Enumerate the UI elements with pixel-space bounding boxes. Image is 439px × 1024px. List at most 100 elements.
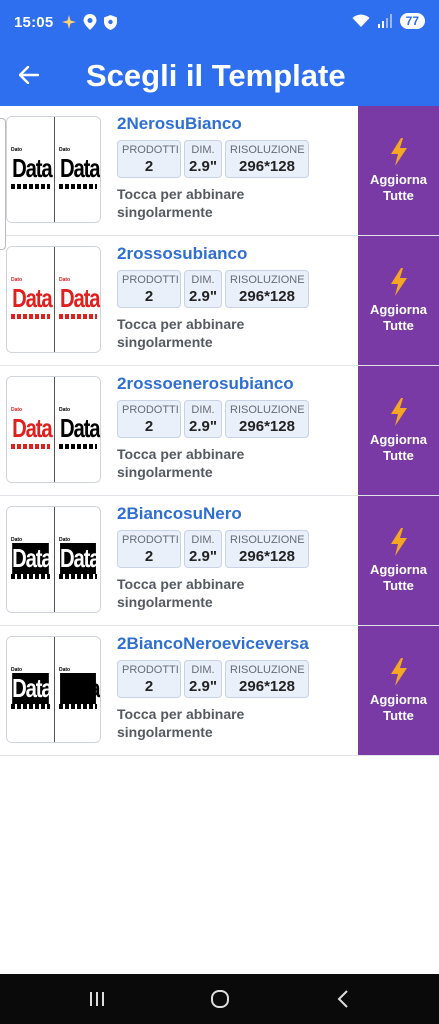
thumb-half-right: Dato Data bbox=[54, 507, 100, 612]
thumb-half-right: Dato Data bbox=[54, 117, 100, 222]
update-all-button[interactable]: Aggiorna Tutte bbox=[358, 106, 439, 235]
thumb-word: Data bbox=[60, 673, 100, 704]
thumb-word: Data bbox=[60, 413, 100, 444]
home-button[interactable] bbox=[207, 986, 233, 1012]
thumb-underline bbox=[11, 574, 50, 579]
thumb-word: Data bbox=[12, 413, 53, 444]
chip-value: 2 bbox=[144, 418, 154, 435]
thumb-half-left: Dato Data bbox=[7, 637, 54, 742]
clock: 15:05 bbox=[14, 14, 54, 31]
chip-value: 2 bbox=[144, 678, 154, 695]
template-preview: Dato Data Dato Data bbox=[6, 376, 101, 483]
update-all-button[interactable]: Aggiorna Tutte bbox=[358, 236, 439, 365]
chip-value: 296*128 bbox=[239, 418, 295, 435]
match-hint: Tocca per abbinare singolarmente bbox=[117, 446, 245, 480]
chip-value: 296*128 bbox=[239, 678, 295, 695]
thumb-underline bbox=[59, 704, 97, 709]
app-bar: Scegli il Template bbox=[0, 46, 439, 106]
chip-label: DIM. bbox=[191, 144, 215, 156]
chip-value: 2.9" bbox=[189, 548, 217, 565]
battery-indicator: 77 bbox=[399, 13, 425, 29]
shield-icon bbox=[104, 14, 117, 30]
update-all-button[interactable]: Aggiorna Tutte bbox=[358, 496, 439, 625]
chevron-left-icon bbox=[337, 990, 348, 1008]
wifi-icon bbox=[352, 14, 370, 27]
signal-icon bbox=[377, 14, 392, 28]
chip-label: RISOLUZIONE bbox=[230, 144, 305, 156]
chip-label: PRODOTTI bbox=[122, 404, 179, 416]
update-all-button[interactable]: Aggiorna Tutte bbox=[358, 626, 439, 755]
template-row[interactable]: Dato Data Dato Data 2NerosuBianco PRODOT… bbox=[0, 106, 439, 236]
resolution-chip: RISOLUZIONE 296*128 bbox=[225, 530, 309, 568]
template-row[interactable]: Dato Data Dato Data 2rossosubianco PRODO… bbox=[0, 236, 439, 366]
back-button[interactable] bbox=[12, 58, 46, 92]
chip-value: 2.9" bbox=[189, 678, 217, 695]
chip-value: 2 bbox=[144, 548, 154, 565]
chip-label: RISOLUZIONE bbox=[230, 664, 305, 676]
dim-chip: DIM. 2.9" bbox=[184, 270, 222, 308]
chip-label: PRODOTTI bbox=[122, 274, 179, 286]
thumb-half-left: Dato Data bbox=[7, 247, 54, 352]
match-hint: Tocca per abbinare singolarmente bbox=[117, 576, 245, 610]
resolution-chip: RISOLUZIONE 296*128 bbox=[225, 140, 309, 178]
thumb-word: Data bbox=[12, 283, 53, 314]
thumb-underline bbox=[11, 704, 50, 709]
chip-label: DIM. bbox=[191, 404, 215, 416]
thumb-half-left: Dato Data bbox=[7, 507, 54, 612]
spec-chips: PRODOTTI 2 DIM. 2.9" RISOLUZIONE 296*128 bbox=[117, 140, 309, 178]
thumb-half-right: Dato Data bbox=[54, 377, 100, 482]
template-info: 2BiancosuNero PRODOTTI 2 DIM. 2.9" RISOL… bbox=[117, 504, 309, 611]
thumb-underline bbox=[59, 574, 97, 579]
update-all-label: Aggiorna Tutte bbox=[369, 561, 428, 593]
recents-button[interactable] bbox=[84, 986, 110, 1012]
resolution-chip: RISOLUZIONE 296*128 bbox=[225, 400, 309, 438]
thumb-half-right: Dato Data bbox=[54, 637, 100, 742]
system-status: 77 bbox=[352, 13, 425, 29]
lightning-icon bbox=[390, 137, 407, 166]
chip-label: DIM. bbox=[191, 274, 215, 286]
spec-chips: PRODOTTI 2 DIM. 2.9" RISOLUZIONE 296*128 bbox=[117, 400, 309, 438]
chip-value: 2.9" bbox=[189, 288, 217, 305]
chip-label: RISOLUZIONE bbox=[230, 534, 305, 546]
spec-chips: PRODOTTI 2 DIM. 2.9" RISOLUZIONE 296*128 bbox=[117, 270, 309, 308]
template-preview: Dato Data Dato Data bbox=[6, 636, 101, 743]
thumb-word: Data bbox=[12, 543, 53, 574]
thumb-word: Data bbox=[60, 153, 100, 184]
scroll-indicator[interactable] bbox=[0, 118, 6, 250]
thumb-half-left: Dato Data bbox=[7, 117, 54, 222]
sparkle-icon bbox=[62, 15, 76, 29]
update-all-label: Aggiorna Tutte bbox=[369, 431, 428, 463]
thumb-underline bbox=[59, 444, 97, 449]
update-all-button[interactable]: Aggiorna Tutte bbox=[358, 366, 439, 495]
template-info: 2NerosuBianco PRODOTTI 2 DIM. 2.9" RISOL… bbox=[117, 114, 309, 221]
match-hint: Tocca per abbinare singolarmente bbox=[117, 706, 245, 740]
chip-label: DIM. bbox=[191, 534, 215, 546]
chip-label: PRODOTTI bbox=[122, 534, 179, 546]
template-preview: Dato Data Dato Data bbox=[6, 246, 101, 353]
chip-value: 296*128 bbox=[239, 548, 295, 565]
template-row[interactable]: Dato Data Dato Data 2rossoenerosubianco … bbox=[0, 366, 439, 496]
thumb-half-left: Dato Data bbox=[7, 377, 54, 482]
template-name: 2rossosubianco bbox=[117, 244, 248, 263]
template-info: 2rossoenerosubianco PRODOTTI 2 DIM. 2.9"… bbox=[117, 374, 309, 481]
template-preview: Dato Data Dato Data bbox=[6, 506, 101, 613]
update-all-label: Aggiorna Tutte bbox=[369, 301, 428, 333]
products-chip: PRODOTTI 2 bbox=[117, 270, 181, 308]
thumb-underline bbox=[11, 314, 50, 319]
template-row[interactable]: Dato Data Dato Data 2BiancosuNero PRODOT… bbox=[0, 496, 439, 626]
home-icon bbox=[211, 990, 229, 1008]
dim-chip: DIM. 2.9" bbox=[184, 140, 222, 178]
template-info: 2rossosubianco PRODOTTI 2 DIM. 2.9" RISO… bbox=[117, 244, 309, 351]
template-preview: Dato Data Dato Data bbox=[6, 116, 101, 223]
page-title: Scegli il Template bbox=[86, 58, 346, 93]
template-name: 2NerosuBianco bbox=[117, 114, 242, 133]
chip-value: 2.9" bbox=[189, 418, 217, 435]
template-row[interactable]: Dato Data Dato Data 2BiancoNeroevicevers… bbox=[0, 626, 439, 756]
thumb-word: Data bbox=[12, 153, 53, 184]
thumb-word: Data bbox=[12, 673, 53, 704]
nav-back-button[interactable] bbox=[330, 986, 356, 1012]
update-all-label: Aggiorna Tutte bbox=[369, 171, 428, 203]
update-all-label: Aggiorna Tutte bbox=[369, 691, 428, 723]
status-bar: 15:05 77 bbox=[0, 0, 439, 46]
recents-icon bbox=[90, 992, 104, 1006]
